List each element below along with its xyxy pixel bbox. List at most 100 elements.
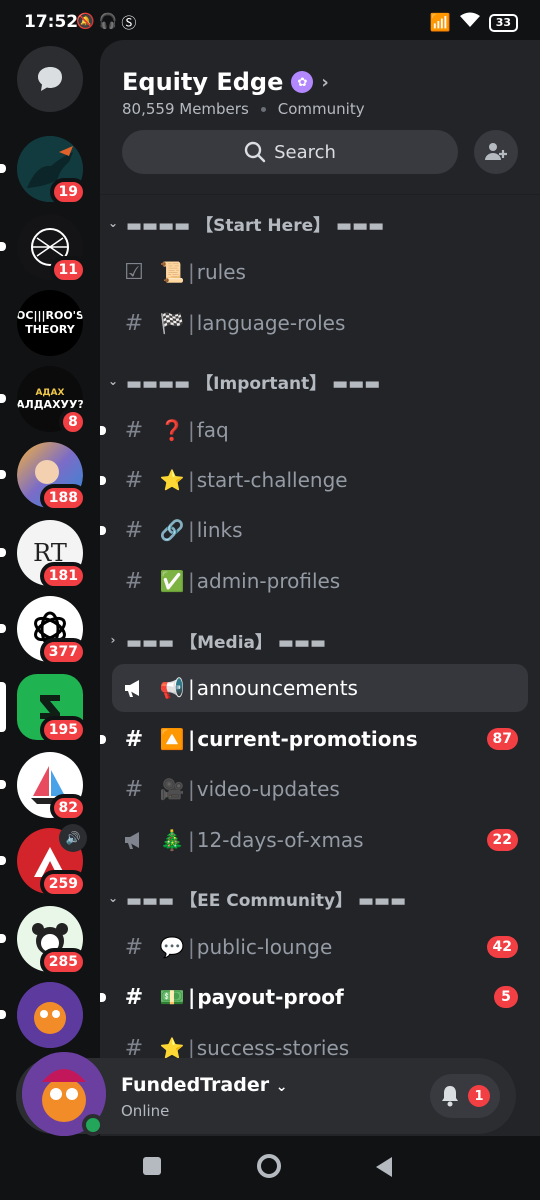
chevron-down-icon: ⌄ xyxy=(107,891,119,905)
channel-public-lounge[interactable]: # 💬 | public-lounge 42 xyxy=(112,923,528,971)
home-button[interactable] xyxy=(256,1153,282,1183)
battery-icon: 33 xyxy=(488,13,518,32)
question-emoji: ❓ xyxy=(159,418,185,442)
guild-badge: 188 xyxy=(39,484,87,512)
channel-name: links xyxy=(196,518,243,542)
channel-name: rules xyxy=(196,260,246,284)
channel-start-challenge[interactable]: # ⭐ | start-challenge xyxy=(100,456,528,504)
user-status-text: Online xyxy=(121,1102,170,1120)
wifi-icon xyxy=(459,12,481,33)
guild-icon-2[interactable]: 11 xyxy=(0,214,87,284)
chevron-right-icon: › xyxy=(110,633,116,647)
channel-name: payout-proof xyxy=(197,985,344,1009)
search-label: Search xyxy=(274,141,336,163)
megaphone-icon xyxy=(112,678,156,698)
username: FundedTrader xyxy=(121,1074,270,1096)
add-user-icon xyxy=(485,143,507,160)
notifications-button[interactable]: 1 xyxy=(430,1074,500,1118)
channel-name: announcements xyxy=(196,676,358,700)
channel-current-promotions[interactable]: # 🔼 | current-promotions 87 xyxy=(100,715,528,763)
hashtag-lock-icon: # xyxy=(124,1035,144,1061)
channel-video-updates[interactable]: # 🎥 | video-updates xyxy=(112,765,528,813)
channel-rules[interactable]: ☑ 📜 | rules xyxy=(112,248,528,296)
signal-icon: 📶 xyxy=(429,12,451,33)
notification-count-badge: 1 xyxy=(468,1085,490,1107)
guild-badge: 8 xyxy=(59,408,87,436)
chevron-right-icon: › xyxy=(321,71,329,93)
mention-badge: 87 xyxy=(486,728,518,750)
guild-icon-1[interactable]: 19 xyxy=(0,136,87,206)
guild-icon-11[interactable]: 285 xyxy=(0,906,87,976)
channel-name: start-challenge xyxy=(196,468,348,492)
channel-language-roles[interactable]: # 🏁 | language-roles xyxy=(112,299,528,347)
channel-links[interactable]: # 🔗 | links xyxy=(100,506,528,554)
guild-icon-10[interactable]: 259 🔊 xyxy=(0,824,87,898)
voice-speaker-icon: 🔊 xyxy=(59,824,87,852)
category-ee-community[interactable]: ⌄ ▬▬▬ 【EE Community】 ▬▬▬ xyxy=(106,883,406,913)
hashtag-lock-icon: # xyxy=(124,467,144,493)
mention-badge: 22 xyxy=(486,829,518,851)
system-nav-bar xyxy=(0,1136,540,1200)
guild-badge: 181 xyxy=(39,562,87,590)
user-panel[interactable]: FundedTrader ⌄ Online 1 xyxy=(16,1052,516,1136)
hashtag-icon: # xyxy=(124,934,144,960)
channel-name: success-stories xyxy=(196,1036,350,1060)
channel-admin-profiles[interactable]: # ✅ | admin-profiles xyxy=(112,557,528,605)
guild-icon-ocroos[interactable]: OC|||ROO'S THEORY xyxy=(17,290,83,356)
channel-panel: Equity Edge ✿ › 80,559 Members Community… xyxy=(100,40,540,1136)
back-button[interactable] xyxy=(374,1156,394,1182)
guild-icon-rt[interactable]: RT 181 xyxy=(0,520,87,590)
guild-badge: 377 xyxy=(39,638,87,666)
channel-name: public-lounge xyxy=(196,935,333,959)
channel-name: 12-days-of-xmas xyxy=(196,828,364,852)
guild-badge: 82 xyxy=(49,794,87,822)
headset-icon: 🎧 xyxy=(98,12,118,30)
channel-12-days-of-xmas[interactable]: 🎄 | 12-days-of-xmas 22 xyxy=(112,816,528,864)
megaphone-emoji: 📢 xyxy=(159,676,185,700)
guild-icon-4[interactable]: АДАХ АЛДАХУУ? 8 xyxy=(0,366,87,436)
guild-icon-12[interactable] xyxy=(0,982,83,1048)
guild-icon-9[interactable]: 82 xyxy=(0,752,87,822)
channel-name: faq xyxy=(196,418,229,442)
guild-icon-openai[interactable]: 377 xyxy=(0,596,87,666)
hashtag-lock-icon: # xyxy=(124,310,144,336)
christmas-tree-emoji: 🎄 xyxy=(159,828,185,852)
chevron-down-icon: ⌄ xyxy=(107,216,119,230)
mention-badge: 5 xyxy=(494,986,518,1008)
hashtag-lock-icon: # xyxy=(124,517,144,543)
shazam-icon: Ⓢ xyxy=(121,14,137,32)
hashtag-lock-icon: # xyxy=(124,776,144,802)
speech-bubble-emoji: 💬 xyxy=(159,935,185,959)
bell-icon xyxy=(442,1086,458,1107)
server-header[interactable]: Equity Edge ✿ › xyxy=(122,68,329,96)
guild-icon-5[interactable]: 188 xyxy=(0,442,87,512)
category-important[interactable]: ⌄ ▬▬▬▬ 【Important】 ▬▬▬ xyxy=(106,366,380,396)
mention-badge: 42 xyxy=(486,936,518,958)
rules-channel-icon: ☑ xyxy=(124,259,144,285)
channel-announcements[interactable]: 📢 | announcements xyxy=(112,664,528,712)
server-type: Community xyxy=(277,100,365,118)
search-icon xyxy=(244,141,266,163)
chat-bubble-icon xyxy=(38,67,62,91)
check-mark-emoji: ✅ xyxy=(159,569,185,593)
community-badge-icon: ✿ xyxy=(291,71,314,93)
category-media[interactable]: › ▬▬▬ 【Media】 ▬▬▬ xyxy=(106,625,327,655)
hashtag-lock-icon: # xyxy=(124,984,144,1010)
channel-name: video-updates xyxy=(196,777,340,801)
chevron-down-icon: ⌄ xyxy=(275,1079,288,1095)
direct-messages-button[interactable] xyxy=(17,46,83,112)
checkered-flag-emoji: 🏁 xyxy=(159,311,185,335)
invite-members-button[interactable] xyxy=(474,130,518,174)
money-emoji: 💵 xyxy=(159,985,185,1009)
channel-payout-proof[interactable]: # 💵 | payout-proof 5 xyxy=(100,973,528,1021)
guild-icon-8[interactable]: 195 xyxy=(0,674,87,744)
guild-badge: 259 xyxy=(39,870,87,898)
server-name: Equity Edge xyxy=(122,68,284,96)
channel-name: language-roles xyxy=(196,311,346,335)
guild-badge: 285 xyxy=(39,948,87,976)
category-start-here[interactable]: ⌄ ▬▬▬▬ 【Start Here】 ▬▬▬ xyxy=(106,208,384,238)
recents-button[interactable] xyxy=(142,1156,162,1180)
guild-badge: 195 xyxy=(39,716,87,744)
search-button[interactable]: Search xyxy=(122,130,458,174)
channel-faq[interactable]: # ❓ | faq xyxy=(100,406,528,454)
